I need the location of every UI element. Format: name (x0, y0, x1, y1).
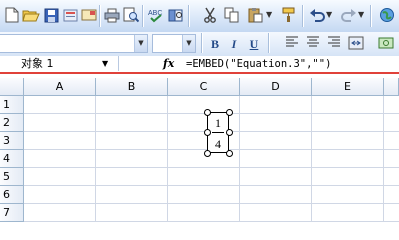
column-header-f-partial[interactable] (384, 78, 399, 96)
row-header-5[interactable]: 5 (0, 168, 24, 186)
row-header-7[interactable]: 7 (0, 204, 24, 222)
print-icon[interactable] (103, 6, 121, 24)
name-box-dropdown-arrow[interactable]: ▼ (102, 56, 108, 72)
email-icon[interactable] (80, 6, 98, 24)
toolbar-separator (201, 33, 202, 53)
row-header-4[interactable]: 4 (0, 150, 24, 168)
fraction-bar (212, 132, 224, 133)
spelling-icon[interactable]: ABC (147, 6, 165, 24)
row-header-3[interactable]: 3 (0, 132, 24, 150)
name-box[interactable]: 对象 1 ▼ (0, 56, 119, 71)
font-name-combo[interactable]: ▼ (0, 34, 148, 53)
save-icon[interactable] (42, 6, 60, 24)
bold-button[interactable]: B (207, 36, 223, 52)
font-size-dropdown-arrow[interactable]: ▼ (182, 35, 195, 52)
italic-button[interactable]: I (226, 36, 242, 52)
cut-icon[interactable] (201, 6, 219, 24)
toolbar-separator (142, 5, 143, 27)
standard-toolbar: ABC ▼ ▼ ▼ (0, 0, 399, 33)
formula-bar: 对象 1 ▼ fx =EMBED("Equation.3","") (0, 56, 399, 74)
name-box-value: 对象 1 (21, 57, 54, 70)
resize-handle-top-left[interactable] (204, 109, 211, 116)
toolbar-separator (188, 5, 189, 27)
resize-handle-middle-left[interactable] (204, 129, 211, 136)
resize-handle-top-right[interactable] (226, 109, 233, 116)
column-header-a[interactable]: A (24, 78, 96, 96)
column-header-d[interactable]: D (240, 78, 312, 96)
format-painter-icon[interactable] (280, 6, 298, 24)
align-left-icon (286, 36, 298, 47)
hyperlink-icon[interactable] (378, 6, 396, 24)
toolbar-separator (370, 5, 371, 27)
resize-handle-bottom-left[interactable] (204, 150, 211, 157)
merge-center-button[interactable] (348, 36, 364, 52)
permission-icon[interactable] (61, 6, 79, 24)
redo-dropdown-arrow[interactable]: ▼ (358, 10, 364, 20)
underline-button[interactable]: U (246, 36, 262, 52)
merge-center-icon (348, 36, 364, 50)
undo-icon[interactable] (308, 6, 326, 24)
align-center-icon (307, 36, 319, 47)
row-header-2[interactable]: 2 (0, 114, 24, 132)
open-icon[interactable] (22, 6, 40, 24)
print-preview-icon[interactable] (122, 6, 140, 24)
currency-icon (378, 37, 394, 49)
currency-button[interactable] (378, 36, 394, 52)
undo-dropdown-arrow[interactable]: ▼ (326, 10, 332, 20)
align-left-button[interactable] (284, 36, 300, 52)
formatting-toolbar: ▼ ▼ B I U (0, 32, 399, 57)
align-right-button[interactable] (326, 36, 342, 52)
resize-handle-bottom-right[interactable] (226, 150, 233, 157)
copy-icon[interactable] (223, 6, 241, 24)
redo-icon[interactable] (340, 6, 358, 24)
column-header-b[interactable]: B (96, 78, 168, 96)
row-header-6[interactable]: 6 (0, 186, 24, 204)
toolbar-separator (99, 5, 100, 27)
insert-function-icon[interactable]: fx (163, 56, 174, 71)
center-button[interactable] (305, 36, 321, 52)
select-all-corner[interactable] (0, 78, 24, 96)
equation-denominator: 4 (215, 137, 221, 151)
align-right-icon (328, 36, 340, 47)
column-header-e[interactable]: E (312, 78, 384, 96)
equation-numerator: 1 (215, 116, 221, 130)
toolbar-separator (268, 33, 269, 53)
toolbar-separator (302, 5, 303, 27)
paste-dropdown-arrow[interactable]: ▼ (266, 10, 272, 20)
formula-input[interactable]: =EMBED("Equation.3","") (186, 56, 331, 72)
font-name-dropdown-arrow[interactable]: ▼ (134, 35, 147, 52)
research-icon[interactable] (167, 6, 185, 24)
font-size-combo[interactable]: ▼ (152, 34, 196, 53)
resize-handle-middle-right[interactable] (226, 129, 233, 136)
new-icon[interactable] (3, 6, 21, 24)
column-header-c[interactable]: C (168, 78, 240, 96)
paste-icon[interactable] (246, 6, 264, 24)
row-header-1[interactable]: 1 (0, 96, 24, 114)
